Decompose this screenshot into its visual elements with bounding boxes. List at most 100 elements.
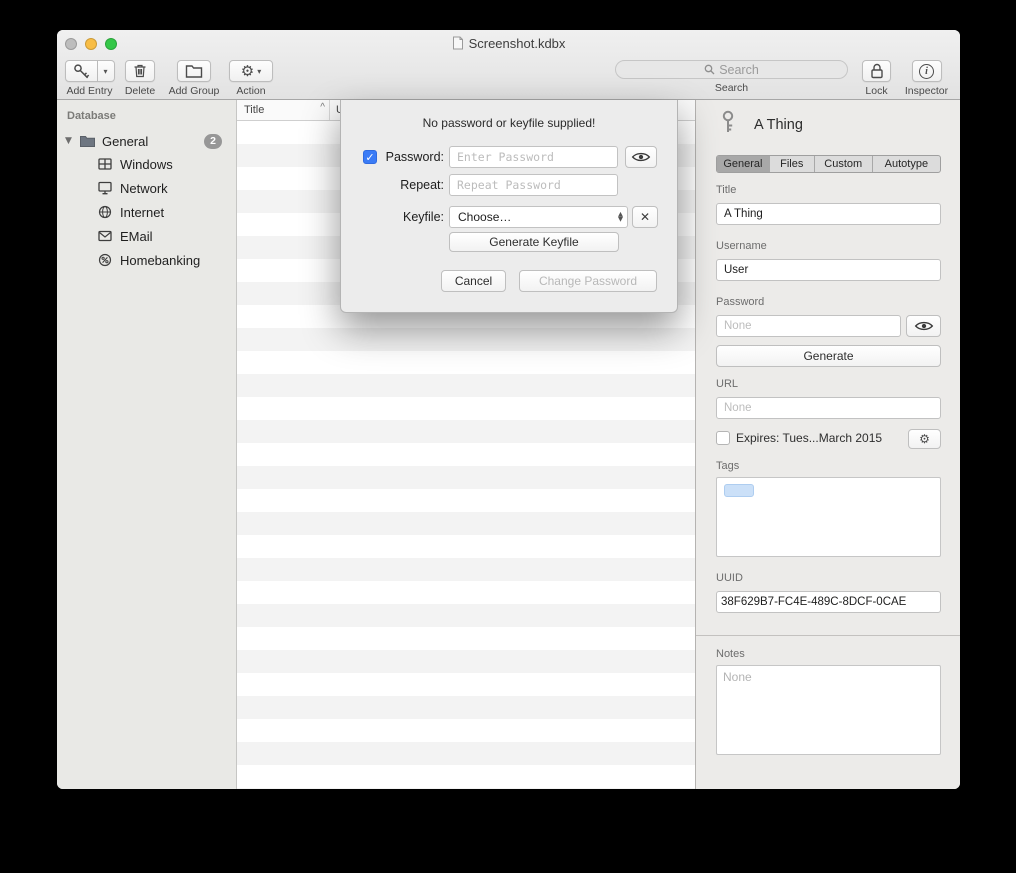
lock-icon [869, 62, 885, 80]
info-icon: i [919, 64, 934, 79]
toolbar-item-lock: Lock [858, 60, 895, 97]
change-password-button[interactable]: Change Password [519, 270, 657, 292]
key-icon [715, 109, 741, 135]
disclosure-triangle-icon[interactable]: ▼ [65, 136, 79, 146]
macpass-window: Screenshot.kdbx ▾ Add Entry Delete [57, 30, 960, 789]
network-icon [97, 180, 113, 196]
sidebar-item-label: Network [120, 181, 168, 196]
search-label: Search [615, 82, 848, 94]
password-label: Password [716, 296, 764, 308]
document-icon [452, 36, 464, 50]
show-password-button[interactable] [625, 146, 657, 168]
search-input[interactable]: Search [615, 60, 848, 79]
inspector-divider [696, 635, 960, 636]
url-field[interactable] [716, 397, 941, 419]
show-password-button[interactable] [906, 315, 941, 337]
close-x-icon: ✕ [640, 210, 650, 224]
chevron-down-icon: ▾ [257, 67, 261, 76]
sort-ascending-icon: ^ [320, 102, 325, 113]
sidebar: Database ▼ General 2 Windows Network Int… [57, 100, 237, 789]
title-label: Title [716, 184, 736, 196]
entry-count-badge: 2 [204, 134, 222, 149]
change-password-sheet: No password or keyfile supplied! ✓ Passw… [340, 100, 678, 313]
notes-field[interactable] [716, 665, 941, 755]
delete-label: Delete [123, 85, 157, 97]
globe-icon [97, 204, 113, 220]
uuid-field[interactable] [716, 591, 941, 613]
sidebar-item-label: Internet [120, 205, 164, 220]
tab-autotype[interactable]: Autotype [872, 156, 940, 172]
add-group-button[interactable] [177, 60, 211, 82]
tags-box[interactable] [716, 477, 941, 557]
add-entry-dropdown-button[interactable]: ▾ [98, 60, 115, 82]
column-title-label: Title [244, 104, 264, 116]
gear-icon: ⚙ [241, 64, 254, 79]
tag-token[interactable] [724, 484, 754, 497]
action-label: Action [227, 85, 275, 97]
eye-icon [914, 320, 934, 332]
add-entry-label: Add Entry [62, 85, 117, 97]
keyfile-popup[interactable]: Choose… ▲ ▼ [449, 206, 628, 228]
toolbar-item-action: ⚙ ▾ Action [227, 60, 275, 97]
toolbar-item-delete: Delete [123, 60, 157, 97]
inspector-button[interactable]: i [912, 60, 942, 82]
action-button[interactable]: ⚙ ▾ [229, 60, 273, 82]
sidebar-item-windows[interactable]: Windows [57, 152, 236, 176]
add-entry-button[interactable] [65, 60, 98, 82]
title-field[interactable] [716, 203, 941, 225]
envelope-icon [97, 228, 113, 244]
sidebar-item-label: General [102, 134, 204, 149]
chevron-down-icon: ▾ [103, 67, 107, 76]
column-header-title[interactable]: Title ^ [237, 100, 330, 120]
popup-stepper-icon: ▲ ▼ [618, 212, 623, 222]
inspector-label: Inspector [898, 85, 955, 97]
repeat-password-input[interactable] [449, 174, 618, 196]
username-field[interactable] [716, 259, 941, 281]
desktop-background: Screenshot.kdbx ▾ Add Entry Delete [0, 0, 1016, 873]
inspector-tabs: General Files Custom Autotype [716, 155, 941, 173]
folder-icon [79, 134, 96, 149]
password-checkbox[interactable]: ✓ [363, 150, 377, 164]
toolbar-item-inspector: i Inspector [898, 60, 955, 97]
folder-icon [184, 62, 204, 80]
sidebar-item-label: EMail [120, 229, 153, 244]
delete-button[interactable] [125, 60, 155, 82]
lock-button[interactable] [862, 60, 891, 82]
password-input[interactable] [449, 146, 618, 168]
password-field-label: Password: [386, 146, 444, 168]
sidebar-item-homebanking[interactable]: Homebanking [57, 248, 236, 272]
toolbar-item-search: Search Search [615, 60, 848, 94]
expires-settings-button[interactable]: ⚙ [908, 429, 941, 449]
key-icon [72, 62, 91, 81]
trash-icon [131, 62, 149, 80]
tab-custom[interactable]: Custom [814, 156, 872, 172]
stepper-down-icon: ▼ [618, 217, 623, 222]
sidebar-item-label: Windows [120, 157, 173, 172]
sidebar-item-network[interactable]: Network [57, 176, 236, 200]
repeat-field-label: Repeat: [400, 174, 444, 196]
gear-icon: ⚙ [919, 433, 930, 445]
sidebar-item-internet[interactable]: Internet [57, 200, 236, 224]
tab-general[interactable]: General [717, 156, 769, 172]
url-label: URL [716, 378, 738, 390]
search-placeholder: Search [719, 63, 759, 77]
password-field[interactable] [716, 315, 901, 337]
generate-password-button[interactable]: Generate [716, 345, 941, 367]
generate-keyfile-button[interactable]: Generate Keyfile [449, 232, 619, 252]
sheet-message: No password or keyfile supplied! [341, 116, 677, 130]
notes-label: Notes [716, 648, 745, 660]
clear-keyfile-button[interactable]: ✕ [632, 206, 658, 228]
eye-icon [631, 151, 651, 163]
expires-label: Expires: Tues...March 2015 [736, 430, 882, 447]
percent-coin-icon [97, 252, 113, 268]
cancel-button[interactable]: Cancel [441, 270, 506, 292]
expires-checkbox[interactable] [716, 431, 730, 445]
keyfile-popup-value: Choose… [458, 210, 618, 224]
sidebar-item-email[interactable]: EMail [57, 224, 236, 248]
username-label: Username [716, 240, 767, 252]
window-title: Screenshot.kdbx [57, 36, 960, 51]
tab-files[interactable]: Files [769, 156, 814, 172]
sidebar-item-general[interactable]: ▼ General 2 [57, 130, 236, 152]
inspector-panel: A Thing General Files Custom Autotype Ti… [695, 100, 960, 789]
windows-icon [97, 156, 113, 172]
